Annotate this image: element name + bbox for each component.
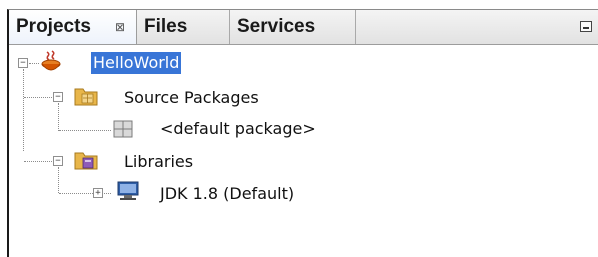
expand-toggle[interactable]: − (53, 156, 63, 166)
tree-node-helloworld[interactable]: HelloWorld (91, 52, 182, 74)
tree-node-default-package[interactable]: <default package> (160, 118, 316, 140)
expand-toggle[interactable]: − (18, 58, 28, 68)
tab-close-icon[interactable]: ⊠ (115, 10, 125, 44)
tab-bar: Projects ⊠ Files Services (9, 10, 598, 45)
libraries-folder-icon (74, 152, 98, 170)
tab-projects[interactable]: Projects ⊠ (9, 10, 137, 44)
projects-window: Projects ⊠ Files Services − HelloWorld −… (7, 9, 598, 257)
tree-node-libraries[interactable]: Libraries (124, 151, 193, 173)
package-icon (113, 120, 133, 138)
minimize-icon[interactable] (580, 21, 592, 32)
tab-services[interactable]: Services (230, 10, 356, 44)
tree-connector (58, 167, 59, 193)
expand-toggle[interactable]: − (53, 92, 63, 102)
tree-connector (58, 103, 59, 131)
tree-connector (29, 63, 39, 64)
expand-toggle[interactable]: + (93, 188, 103, 198)
tree-connector (59, 193, 111, 194)
coffee-cup-icon (41, 50, 61, 71)
tree-connector (23, 69, 24, 151)
jdk-platform-icon (117, 181, 139, 200)
tab-files[interactable]: Files (137, 10, 230, 44)
tree-node-source-packages[interactable]: Source Packages (124, 87, 259, 109)
tab-services-label: Services (237, 16, 316, 37)
tree-connector (59, 130, 111, 131)
project-tree: − HelloWorld − Source Packages <default … (9, 45, 598, 257)
source-packages-folder-icon (74, 88, 98, 106)
tree-node-jdk[interactable]: JDK 1.8 (Default) (160, 183, 294, 205)
tab-files-label: Files (144, 16, 188, 37)
tab-projects-label: Projects (16, 16, 91, 37)
